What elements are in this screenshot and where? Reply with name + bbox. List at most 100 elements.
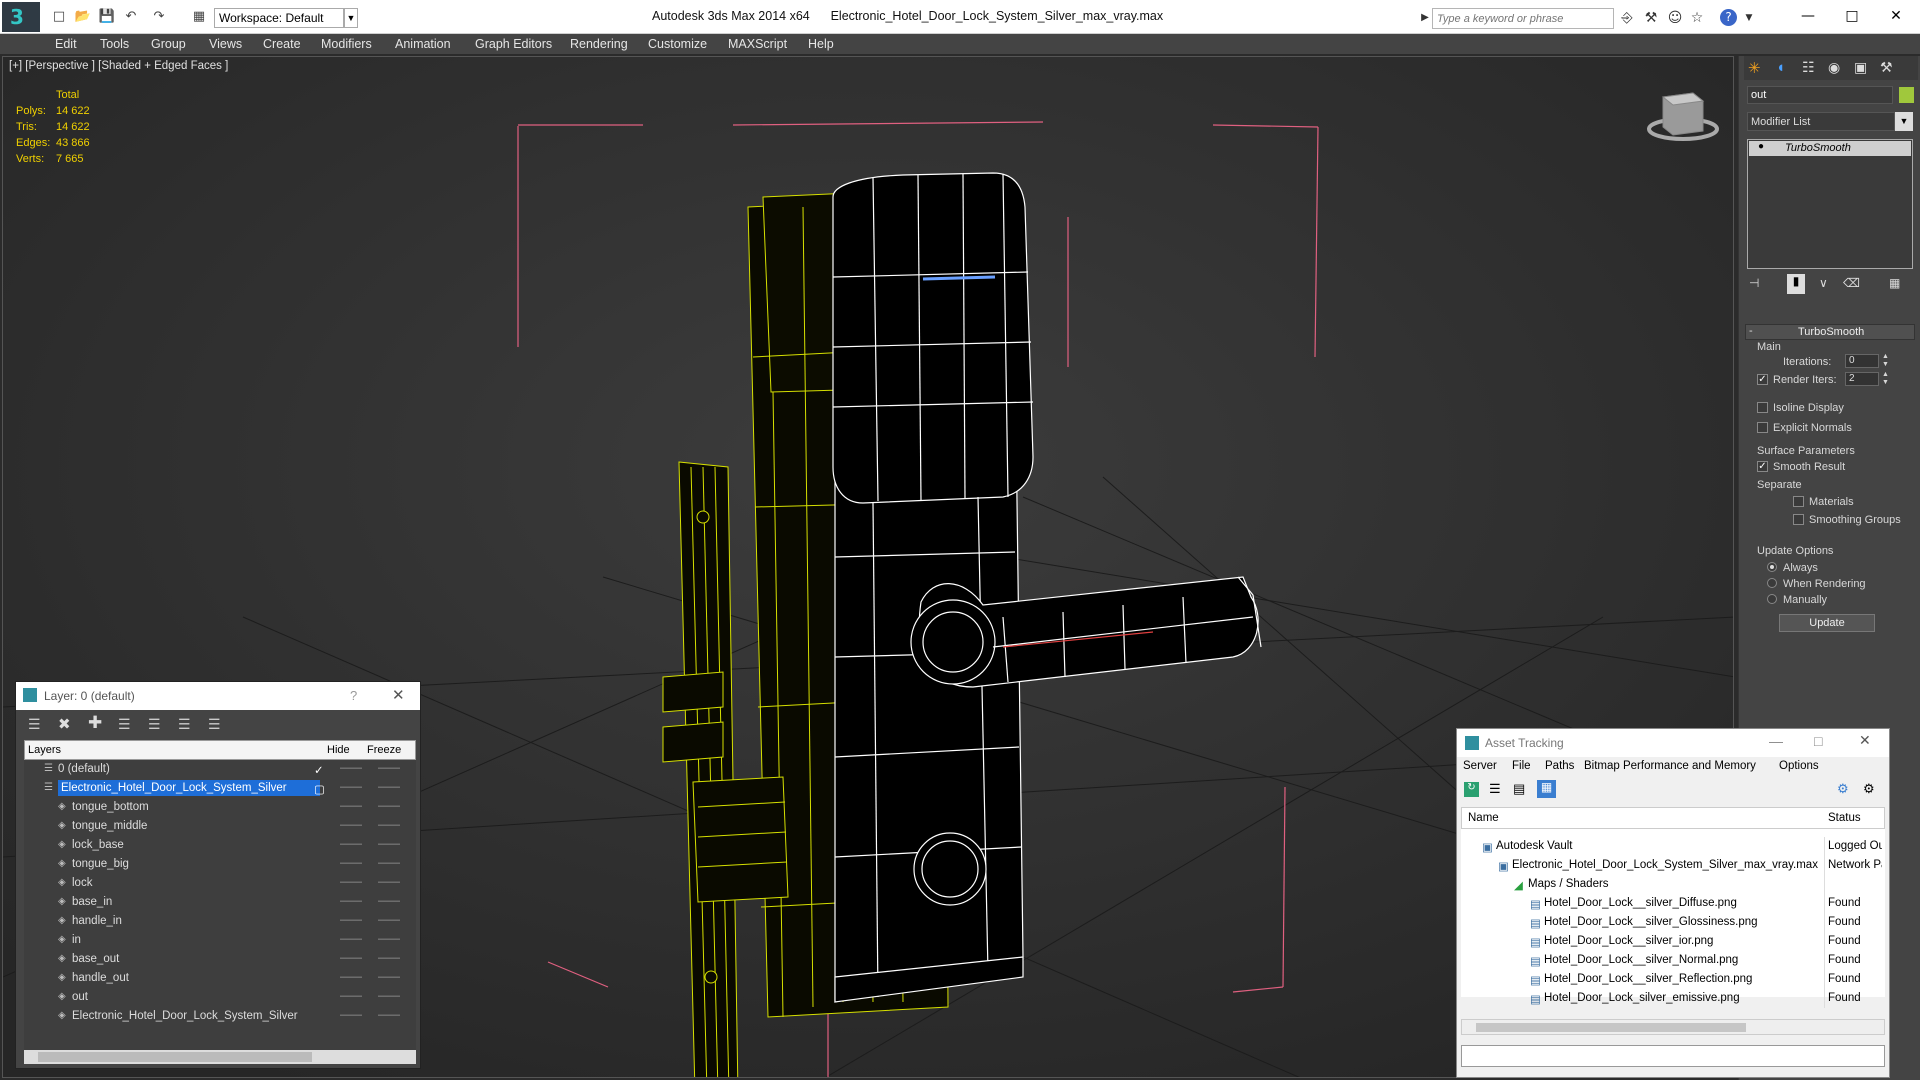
freeze-toggle[interactable]: ——	[378, 781, 400, 793]
asset-row[interactable]: ▤ Hotel_Door_Lock__silver_Reflection.png F…	[1462, 970, 1884, 989]
freeze-toggle[interactable]: ——	[378, 800, 400, 812]
display-tab-icon[interactable]: ▣	[1854, 59, 1867, 76]
asset-window-titlebar[interactable]: Asset Tracking — □ ✕	[1457, 729, 1889, 757]
menu-edit[interactable]: Edit	[55, 37, 77, 51]
help-icon[interactable]: ?	[350, 688, 357, 703]
freeze-toggle[interactable]: ——	[378, 819, 400, 831]
layer-row[interactable]: ◈ out —— ——	[24, 988, 416, 1007]
status-column-header[interactable]: Status	[1828, 812, 1861, 824]
horizontal-scrollbar[interactable]	[24, 1050, 416, 1064]
freeze-toggle[interactable]: ——	[378, 838, 400, 850]
hide-toggle[interactable]: ——	[340, 819, 362, 831]
list-view-icon[interactable]: ☰	[1489, 781, 1501, 797]
hide-column-header[interactable]: Hide	[327, 744, 350, 756]
asset-row[interactable]: ◢ Maps / Shaders	[1462, 875, 1884, 894]
remove-modifier-icon[interactable]: ⌫	[1843, 276, 1860, 290]
spinner-arrows-icon[interactable]: ▲ ▼	[1882, 353, 1889, 369]
menu-create[interactable]: Create	[263, 37, 301, 51]
layers-column-header[interactable]: Layers	[28, 744, 61, 756]
layer-row[interactable]: ◈ base_in —— ——	[24, 893, 416, 912]
select-objects-icon[interactable]: ☰	[118, 716, 131, 733]
layer-row[interactable]: ◈ handle_in —— ——	[24, 912, 416, 931]
connect-vault-icon[interactable]: ⚙	[1837, 781, 1849, 797]
name-column-header[interactable]: Name	[1468, 812, 1499, 824]
menu-rendering[interactable]: Rendering	[570, 37, 628, 51]
manually-radio[interactable]	[1767, 594, 1777, 604]
rollout-header[interactable]: - TurboSmooth	[1745, 324, 1915, 340]
modifier-list-dropdown[interactable]: Modifier List	[1747, 112, 1895, 131]
freeze-toggle[interactable]: ——	[378, 876, 400, 888]
tools-icon[interactable]: ⚒	[1642, 9, 1660, 27]
hide-toggle[interactable]: ——	[340, 1009, 362, 1021]
smooth-result-checkbox[interactable]: ✓	[1757, 461, 1768, 472]
layer-row[interactable]: ☰ Electronic_Hotel_Door_Lock_System_Silve…	[24, 779, 416, 798]
layer-row[interactable]: ☰ 0 (default) ✓ —— ——	[24, 760, 416, 779]
hide-all-icon[interactable]: ☰	[178, 716, 191, 733]
asset-menu-file[interactable]: File	[1512, 760, 1531, 772]
show-end-result-icon[interactable]: ▮	[1787, 274, 1805, 294]
freeze-toggle[interactable]: ——	[378, 895, 400, 907]
freeze-toggle[interactable]: ——	[378, 990, 400, 1002]
chevron-down-icon[interactable]: ▼	[344, 8, 358, 28]
hide-toggle[interactable]: ——	[340, 876, 362, 888]
add-to-layer-icon[interactable]: ✚	[88, 713, 102, 733]
undo-icon[interactable]: ↶	[122, 9, 140, 25]
make-unique-icon[interactable]: ∨	[1819, 276, 1828, 290]
settings-icon[interactable]: ⚙	[1863, 781, 1875, 797]
layer-row[interactable]: ◈ base_out —— ——	[24, 950, 416, 969]
render-iters-checkbox[interactable]: ✓	[1757, 374, 1768, 385]
layer-row[interactable]: ◈ in —— ——	[24, 931, 416, 950]
layer-row[interactable]: ◈ tongue_middle —— ——	[24, 817, 416, 836]
explicit-normals-checkbox[interactable]	[1757, 422, 1768, 433]
update-button[interactable]: Update	[1779, 614, 1875, 632]
materials-checkbox[interactable]	[1793, 496, 1804, 507]
menu-graph-editors[interactable]: Graph Editors	[475, 37, 552, 51]
hide-toggle[interactable]: ——	[340, 838, 362, 850]
table-view-icon[interactable]: ▦	[1537, 780, 1556, 798]
minimize-button[interactable]: —	[1786, 4, 1830, 28]
asset-row[interactable]: ▣ Electronic_Hotel_Door_Lock_System_Silve…	[1462, 856, 1884, 875]
freeze-toggle[interactable]: ——	[378, 762, 400, 774]
viewport-label[interactable]: [+] [Perspective ] [Shaded + Edged Faces…	[9, 60, 228, 72]
asset-row[interactable]: ▤ Hotel_Door_Lock_silver_emissive.png Foun…	[1462, 989, 1884, 1008]
menu-group[interactable]: Group	[151, 37, 186, 51]
close-button[interactable]: ✕	[1874, 4, 1918, 28]
delete-layer-icon[interactable]: ✖	[58, 715, 71, 733]
scrollbar-thumb[interactable]	[38, 1052, 312, 1062]
search-input[interactable]	[1432, 8, 1614, 29]
freeze-toggle[interactable]: ——	[378, 857, 400, 869]
freeze-toggle[interactable]: ——	[378, 933, 400, 945]
isoline-display-checkbox[interactable]	[1757, 402, 1768, 413]
stack-item-turbosmooth[interactable]: TurboSmooth	[1749, 141, 1911, 156]
smoothing-groups-checkbox[interactable]	[1793, 514, 1804, 525]
asset-row[interactable]: ▤ Hotel_Door_Lock__silver_Normal.png Found	[1462, 951, 1884, 970]
layer-row[interactable]: ◈ lock —— ——	[24, 874, 416, 893]
refresh-icon[interactable]: ↻	[1464, 782, 1479, 797]
freeze-toggle[interactable]: ——	[378, 952, 400, 964]
binoculars-icon[interactable]: ⎆	[1618, 9, 1636, 27]
horizontal-scrollbar[interactable]	[1461, 1019, 1885, 1035]
menu-help[interactable]: Help	[808, 37, 834, 51]
layer-window-titlebar[interactable]: Layer: 0 (default) ? ✕	[16, 682, 420, 710]
menu-animation[interactable]: Animation	[395, 37, 451, 51]
asset-menu-bitmap[interactable]: Bitmap Performance and Memory	[1584, 760, 1756, 772]
redo-icon[interactable]: ↷	[150, 9, 168, 25]
asset-path-field[interactable]	[1461, 1045, 1885, 1067]
spinner-arrows-icon[interactable]: ▲ ▼	[1882, 371, 1889, 387]
menu-customize[interactable]: Customize	[648, 37, 707, 51]
hide-toggle[interactable]: ——	[340, 952, 362, 964]
object-color-swatch[interactable]	[1899, 87, 1914, 103]
layer-row[interactable]: ◈ handle_out —— ——	[24, 969, 416, 988]
active-layer-check-icon[interactable]: ✓	[314, 763, 324, 777]
create-tab-icon[interactable]: ✳	[1748, 59, 1761, 77]
hide-toggle[interactable]: ——	[340, 857, 362, 869]
layer-row[interactable]: ◈ Electronic_Hotel_Door_Lock_System_Silve…	[24, 1007, 416, 1026]
asset-row[interactable]: ▤ Hotel_Door_Lock__silver_Glossiness.png F…	[1462, 913, 1884, 932]
when-rendering-radio[interactable]	[1767, 578, 1777, 588]
iterations-spinner[interactable]: 0	[1845, 354, 1879, 368]
asset-row[interactable]: ▣Autodesk Vault Logged Out	[1462, 837, 1884, 856]
modifier-stack[interactable]: TurboSmooth ●	[1747, 139, 1913, 269]
maximize-button[interactable]: □	[1814, 733, 1822, 749]
utilities-tab-icon[interactable]: ⚒	[1880, 59, 1893, 76]
scrollbar-thumb[interactable]	[1476, 1023, 1746, 1032]
